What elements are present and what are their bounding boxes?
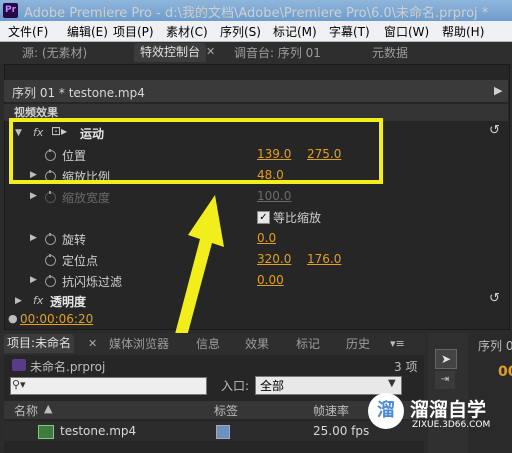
menu-clip[interactable]: 素材(C): [166, 23, 208, 40]
clip-framerate: 25.00 fps: [313, 424, 370, 438]
watermark-subtext: ZIXUE.3D66.COM: [412, 420, 491, 430]
current-timecode[interactable]: 00:00:06:20: [20, 312, 93, 326]
tab-audio-mixer[interactable]: 调音台: 序列 01: [228, 44, 327, 63]
tab-project[interactable]: 项目:未命名: [4, 334, 75, 353]
uniform-scale-checkbox[interactable]: ✓: [257, 211, 270, 224]
tab-markers[interactable]: 标记: [290, 335, 326, 354]
playhead-icon: ●: [8, 312, 18, 325]
menu-sequence[interactable]: 序列(S): [220, 23, 261, 40]
tab-sequence-01[interactable]: 序列 01: [478, 337, 512, 354]
rotation-label: 旋转: [62, 233, 87, 247]
project-file-icon: [12, 359, 26, 371]
stopwatch-icon[interactable]: [45, 275, 56, 287]
column-label[interactable]: 标签: [214, 402, 238, 419]
stopwatch-icon: [45, 191, 56, 203]
label-color-swatch: [216, 425, 230, 439]
tab-effects[interactable]: 效果: [239, 335, 275, 354]
tab-effect-controls[interactable]: 特效控制台: [134, 43, 207, 62]
menu-edit[interactable]: 编辑(E): [67, 23, 108, 40]
reset-icon[interactable]: ↺: [489, 123, 500, 138]
menu-help[interactable]: 帮助(H): [442, 23, 484, 40]
project-item-count: 3 项: [394, 360, 418, 374]
scale-width-value: 100.0: [257, 189, 292, 203]
track-select-tool-icon[interactable]: ⇥: [435, 371, 455, 389]
reset-icon[interactable]: ↺: [489, 291, 500, 306]
chevron-down-icon[interactable]: ▼: [388, 378, 396, 389]
anchor-y-value[interactable]: 176.0: [307, 252, 341, 266]
play-arrow-icon[interactable]: ▶: [494, 84, 502, 97]
rotation-value[interactable]: 0.0: [257, 231, 276, 245]
tab-media-browser[interactable]: 媒体浏览器: [103, 335, 175, 354]
expand-triangle-icon[interactable]: ▶: [30, 233, 37, 243]
menu-title[interactable]: 字幕(T): [329, 23, 370, 40]
fx-icon: fx: [33, 294, 44, 307]
uniform-scale-label: 等比缩放: [273, 211, 322, 225]
expand-triangle-icon: ▶: [30, 191, 37, 201]
panel-menu-icon[interactable]: ▾≡: [390, 337, 405, 350]
tab-metadata[interactable]: 元数据: [366, 44, 414, 63]
anchor-x-value[interactable]: 320.0: [257, 252, 291, 266]
watermark-logo-icon: 溜: [368, 393, 404, 429]
scale-width-label: 缩放宽度: [62, 191, 111, 205]
stopwatch-icon[interactable]: [45, 254, 56, 266]
expand-triangle-icon[interactable]: ▶: [15, 296, 22, 306]
anchor-point-label: 定位点: [62, 254, 99, 268]
watermark-text: 溜溜自学: [410, 399, 487, 421]
stopwatch-icon[interactable]: [45, 233, 56, 245]
search-icon: ⚲▾: [12, 378, 26, 391]
sequence-timecode: 00: [498, 364, 512, 380]
video-clip-icon: [38, 425, 54, 439]
antiflicker-value[interactable]: 0.00: [257, 273, 284, 287]
column-name[interactable]: 名称: [14, 402, 38, 419]
in-label: 入口:: [221, 379, 250, 393]
opacity-label: 透明度: [50, 295, 87, 309]
sequence-clip-label: 序列 01 * testone.mp4: [12, 86, 145, 100]
highlight-box: [9, 118, 383, 184]
column-framerate[interactable]: 帧速率: [313, 402, 349, 419]
tab-history[interactable]: 历史: [340, 335, 376, 354]
close-tab-icon[interactable]: ✕: [88, 337, 97, 350]
window-title: Adobe Premiere Pro - d:\我的文档\Adobe\Premi…: [24, 6, 489, 21]
antiflicker-label: 抗闪烁过滤: [62, 275, 123, 289]
menu-file[interactable]: 文件(F): [8, 23, 48, 40]
sort-up-icon: ▲: [44, 402, 53, 415]
tab-source[interactable]: 源: (无素材): [16, 44, 93, 63]
menu-window[interactable]: 窗口(W): [384, 23, 429, 40]
in-select-value: 全部: [260, 379, 285, 393]
close-tab-icon[interactable]: ✕: [206, 45, 215, 58]
clip-name: testone.mp4: [60, 424, 137, 438]
tab-info[interactable]: 信息: [190, 335, 226, 354]
selection-tool-icon[interactable]: ➤: [435, 349, 457, 369]
premiere-app-icon: Pr: [3, 3, 18, 18]
expand-triangle-icon[interactable]: ▶: [30, 275, 37, 285]
project-file-name: 未命名.prproj: [30, 360, 106, 374]
search-input[interactable]: [10, 377, 207, 395]
menu-marker[interactable]: 标记(M): [273, 23, 317, 40]
annotation-arrow-icon: [170, 195, 224, 355]
menu-project[interactable]: 项目(P): [113, 23, 154, 40]
